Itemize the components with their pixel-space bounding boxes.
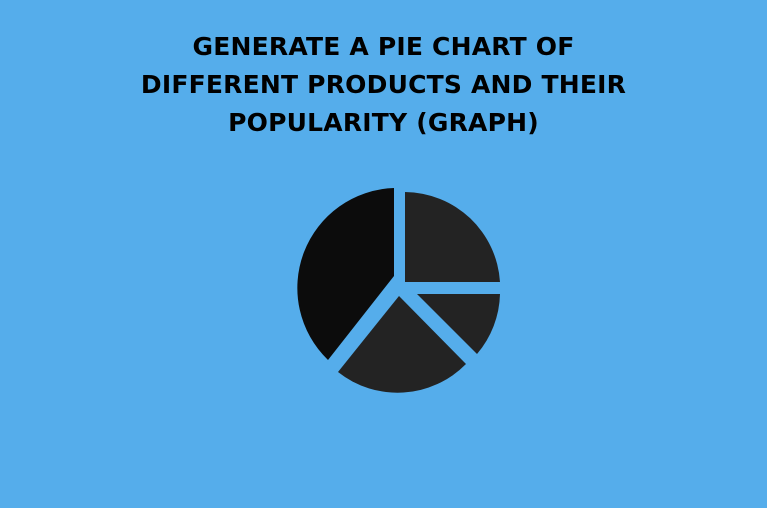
title-line-1: GENERATE A PIE CHART OF	[192, 32, 575, 61]
poster-title: GENERATE A PIE CHART OF DIFFERENT PRODUC…	[0, 28, 767, 142]
pie-slice-upper-right	[405, 192, 500, 282]
title-line-2: DIFFERENT PRODUCTS AND THEIR	[140, 70, 627, 99]
pie-chart-icon	[297, 188, 500, 393]
title-line-3: POPULARITY (GRAPH)	[228, 108, 539, 137]
poster-background: GENERATE A PIE CHART OF DIFFERENT PRODUC…	[0, 0, 767, 508]
